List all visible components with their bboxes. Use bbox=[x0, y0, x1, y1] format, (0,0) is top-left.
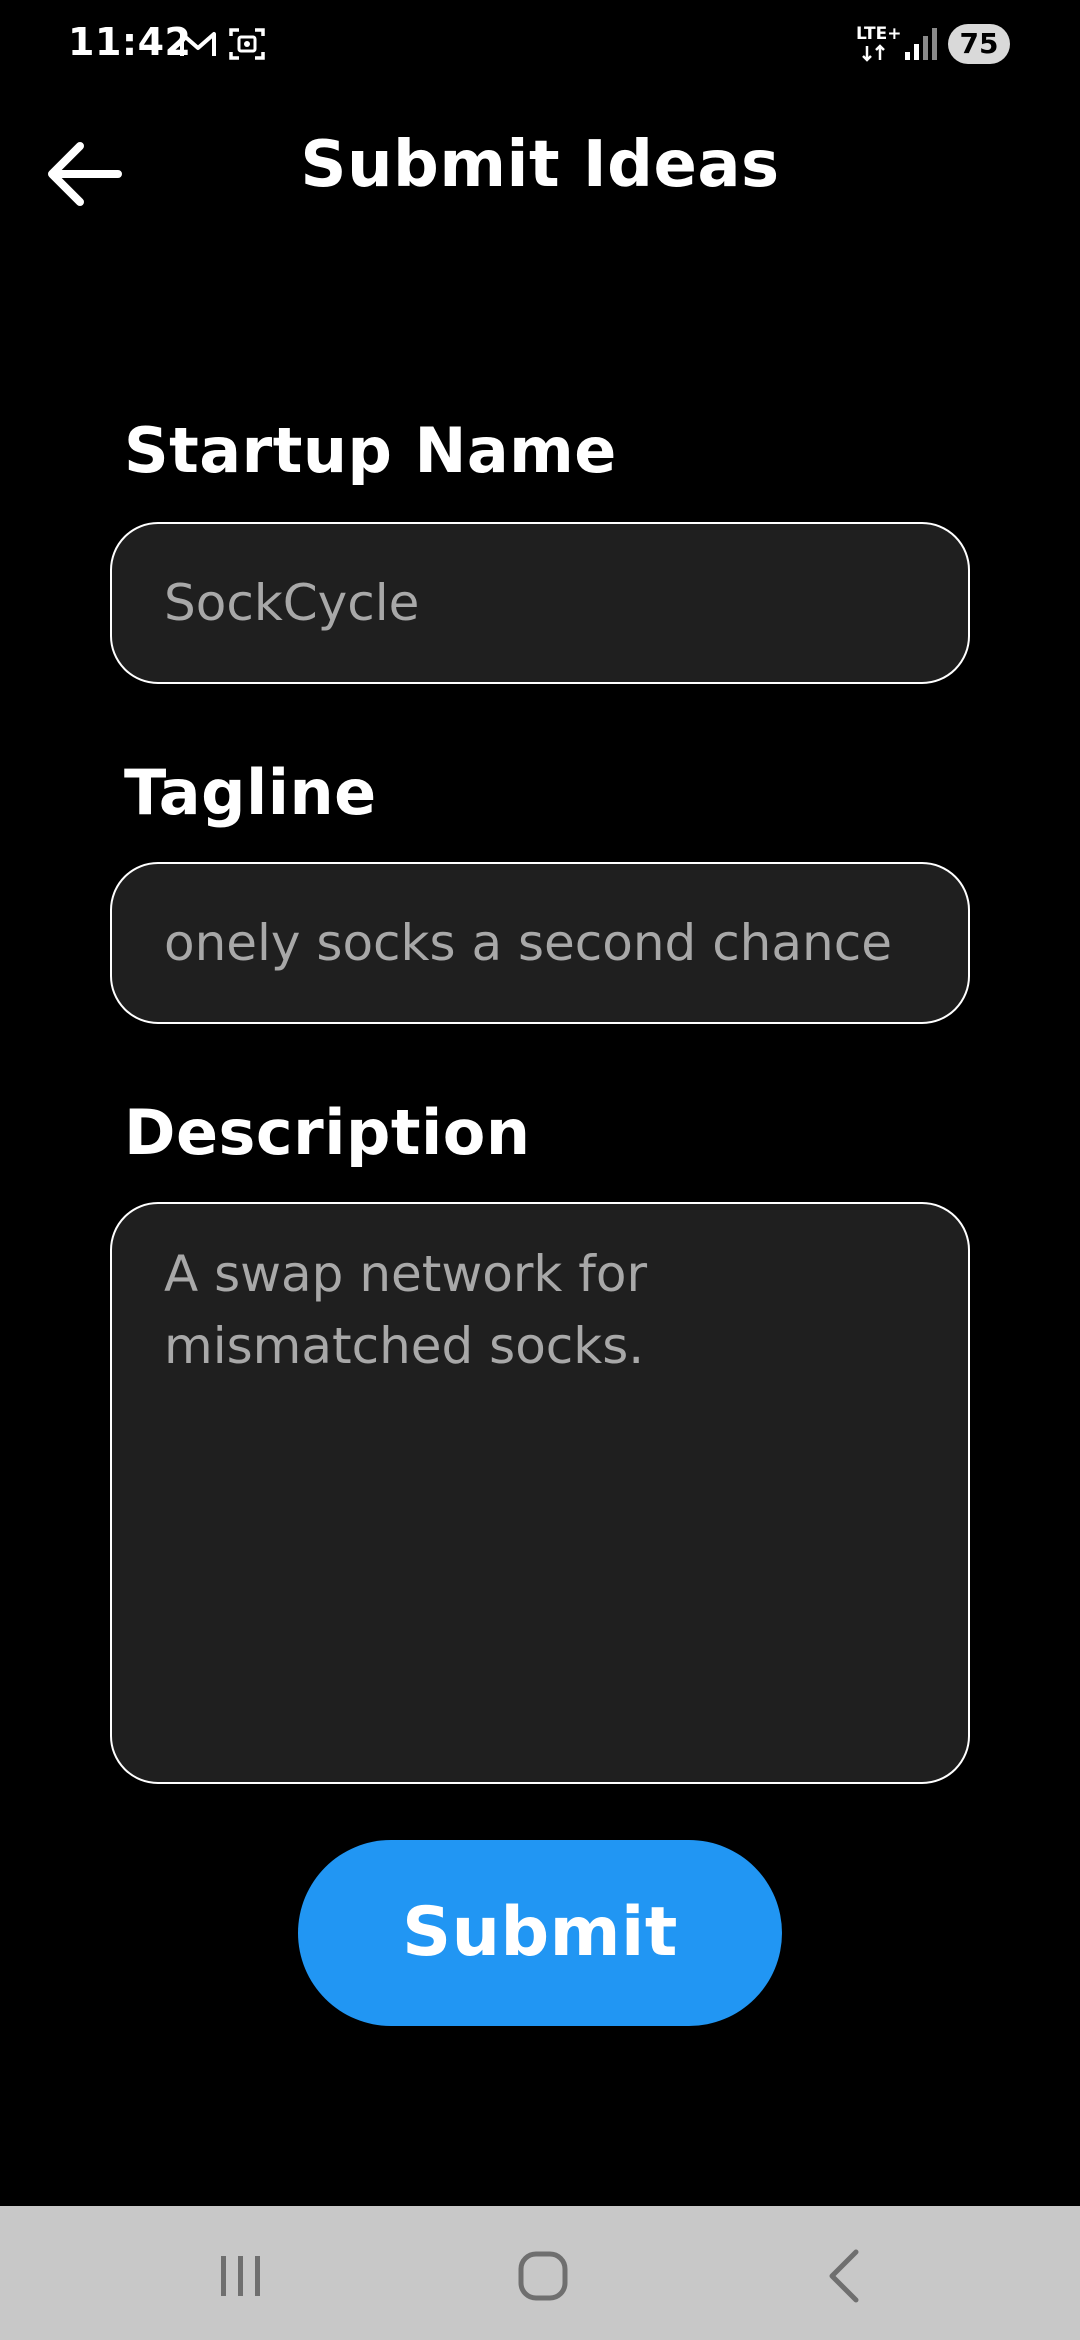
tagline-value: onely socks a second chance bbox=[164, 914, 892, 972]
tagline-input[interactable]: onely socks a second chance bbox=[110, 862, 970, 1024]
status-time: 11:42 bbox=[68, 20, 192, 64]
battery-icon: 75 bbox=[948, 24, 1010, 64]
startup-name-input[interactable]: SockCycle bbox=[110, 522, 970, 684]
startup-name-value: SockCycle bbox=[164, 574, 420, 632]
tagline-label: Tagline bbox=[124, 756, 377, 829]
lte-icon: LTE+ bbox=[856, 24, 902, 64]
home-icon[interactable] bbox=[498, 2230, 588, 2320]
page-title: Submit Ideas bbox=[300, 128, 780, 202]
submit-button[interactable]: Submit bbox=[298, 1840, 782, 2026]
signal-icon bbox=[905, 28, 937, 60]
description-textarea[interactable]: A swap network for mismatched socks. bbox=[110, 1202, 970, 1784]
back-icon[interactable] bbox=[800, 2230, 890, 2320]
screenshot-icon bbox=[229, 28, 265, 60]
gmail-icon bbox=[180, 32, 216, 56]
description-value: A swap network for mismatched socks. bbox=[164, 1245, 648, 1375]
description-label: Description bbox=[124, 1096, 531, 1169]
recents-icon[interactable] bbox=[196, 2230, 286, 2320]
network-type: LTE+ bbox=[856, 24, 902, 44]
navigation-bar bbox=[0, 2206, 1080, 2340]
status-bar: 11:42 LTE+ 75 bbox=[0, 0, 1080, 90]
startup-name-label: Startup Name bbox=[124, 414, 617, 487]
